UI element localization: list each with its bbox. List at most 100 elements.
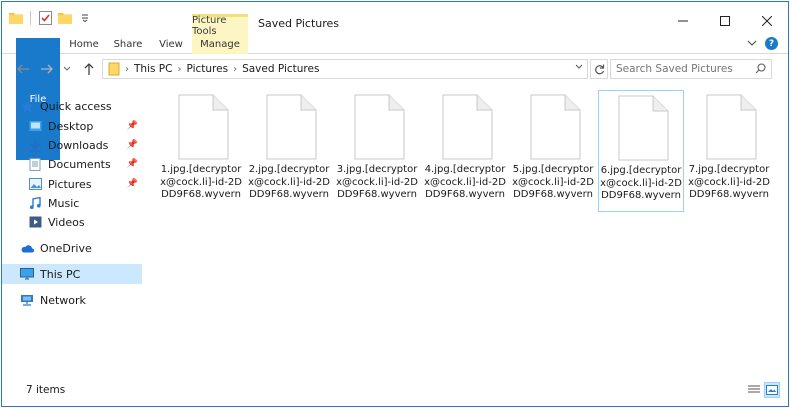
explorer-window: Picture Tools Saved Pictures File Home S…: [1, 1, 789, 407]
up-button[interactable]: [80, 60, 98, 78]
blank-file-icon: [618, 95, 669, 161]
file-item[interactable]: 7.jpg.[decryptorx@cock.li]-id-2DDD9F68.w…: [686, 90, 772, 212]
sidebar-item-onedrive[interactable]: OneDrive: [2, 238, 142, 258]
file-name: 6.jpg.[decryptorx@cock.li]-id-2DDD9F68.w…: [600, 165, 682, 201]
sidebar-item-label: Pictures: [48, 177, 92, 191]
file-item[interactable]: 3.jpg.[decryptorx@cock.li]-id-2DDD9F68.w…: [334, 90, 420, 212]
network-icon: [20, 293, 34, 307]
tab-share[interactable]: Share: [106, 34, 150, 54]
refresh-button[interactable]: [590, 59, 608, 79]
minimize-button[interactable]: [662, 10, 704, 32]
search-icon[interactable]: [755, 63, 766, 77]
pin-icon[interactable]: 📌: [127, 140, 138, 150]
sidebar-item-this-pc[interactable]: This PC: [2, 264, 142, 284]
picture-tools-header: Picture Tools: [192, 14, 248, 37]
window-controls: [662, 10, 788, 32]
file-item[interactable]: 5.jpg.[decryptorx@cock.li]-id-2DDD9F68.w…: [510, 90, 596, 212]
sidebar-item-label: Videos: [48, 215, 85, 229]
sidebar-item-label: This PC: [40, 267, 81, 281]
sidebar-item-videos[interactable]: Videos: [2, 212, 142, 232]
search-input[interactable]: [616, 63, 754, 75]
properties-checkmark-icon[interactable]: [37, 10, 53, 26]
back-button[interactable]: [14, 60, 32, 78]
sidebar-item-label: Downloads: [48, 138, 109, 152]
navigation-pane: Quick access Desktop 📌 Downloads 📌 Docum…: [2, 86, 142, 376]
view-switcher: [746, 382, 780, 398]
tab-home[interactable]: Home: [62, 34, 106, 54]
computer-icon: [20, 267, 34, 281]
address-dropdown-chevron-icon[interactable]: [575, 62, 583, 73]
pin-icon[interactable]: 📌: [127, 159, 138, 169]
file-item[interactable]: 4.jpg.[decryptorx@cock.li]-id-2DDD9F68.w…: [422, 90, 508, 212]
search-box[interactable]: [610, 59, 772, 79]
folder-icon[interactable]: [8, 10, 24, 26]
crumb-this-pc[interactable]: This PC: [134, 63, 172, 75]
videos-folder-icon: [28, 215, 42, 229]
crumb-saved-pictures[interactable]: Saved Pictures: [242, 63, 319, 75]
sidebar-item-pictures[interactable]: Pictures 📌: [2, 174, 142, 194]
blank-file-icon: [530, 94, 581, 160]
crumb-separator-icon: ›: [233, 63, 238, 75]
crumb-separator-icon: ›: [125, 63, 129, 75]
pin-icon[interactable]: 📌: [127, 121, 138, 131]
sidebar-item-music[interactable]: Music: [2, 193, 142, 213]
sidebar-item-downloads[interactable]: Downloads 📌: [2, 135, 142, 155]
documents-folder-icon: [28, 157, 42, 171]
customize-toolbar-chevron-icon[interactable]: [77, 10, 93, 26]
ribbon-right-controls: ?: [747, 37, 778, 50]
address-folder-icon: [108, 62, 120, 76]
file-name: 4.jpg.[decryptorx@cock.li]-id-2DDD9F68.w…: [424, 164, 506, 200]
forward-button[interactable]: [38, 60, 56, 78]
sidebar-item-label: Documents: [48, 157, 111, 171]
blank-file-icon: [442, 94, 493, 160]
item-count: 7 items: [26, 384, 66, 396]
sidebar-item-label: Music: [48, 196, 80, 210]
file-item[interactable]: 1.jpg.[decryptorx@cock.li]-id-2DDD9F68.w…: [158, 90, 244, 212]
close-button[interactable]: [746, 10, 788, 32]
sidebar-item-documents[interactable]: Documents 📌: [2, 154, 142, 174]
details-view-icon[interactable]: [746, 382, 762, 398]
music-folder-icon: [28, 196, 42, 210]
ribbon-tabs: File Home Share View Manage ?: [2, 34, 788, 160]
pin-icon[interactable]: 📌: [127, 179, 138, 189]
navigation-bar: › This PC › Pictures › Saved Pictures: [2, 58, 788, 80]
quick-access-toolbar: [8, 10, 93, 26]
desktop-folder-icon: [28, 119, 42, 133]
expand-ribbon-chevron-icon[interactable]: [747, 37, 757, 50]
help-icon[interactable]: ?: [765, 37, 778, 50]
tab-view[interactable]: View: [150, 34, 192, 54]
pictures-folder-icon: [28, 177, 42, 191]
large-icons-view-icon[interactable]: [764, 382, 780, 398]
file-list: 1.jpg.[decryptorx@cock.li]-id-2DDD9F68.w…: [148, 86, 788, 376]
star-icon: [20, 99, 34, 113]
address-bar[interactable]: › This PC › Pictures › Saved Pictures: [102, 59, 588, 79]
onedrive-cloud-icon: [20, 241, 34, 255]
sidebar-item-label: OneDrive: [40, 241, 92, 255]
sidebar-item-label: Desktop: [48, 119, 94, 133]
blank-file-icon: [266, 94, 317, 160]
file-name: 2.jpg.[decryptorx@cock.li]-id-2DDD9F68.w…: [248, 164, 330, 200]
sidebar-item-desktop[interactable]: Desktop 📌: [2, 116, 142, 136]
blank-file-icon: [706, 94, 757, 160]
new-folder-icon[interactable]: [57, 10, 73, 26]
tab-manage[interactable]: Manage: [192, 34, 248, 54]
file-name: 7.jpg.[decryptorx@cock.li]-id-2DDD9F68.w…: [688, 164, 770, 200]
sidebar-item-quick-access[interactable]: Quick access: [2, 96, 142, 116]
file-name: 3.jpg.[decryptorx@cock.li]-id-2DDD9F68.w…: [336, 164, 418, 200]
recent-locations-chevron-icon[interactable]: [58, 60, 76, 78]
blank-file-icon: [178, 94, 229, 160]
crumb-separator-icon: ›: [177, 63, 182, 75]
status-bar: 7 items: [2, 380, 788, 406]
sidebar-item-label: Network: [40, 293, 86, 307]
file-item-selected[interactable]: 6.jpg.[decryptorx@cock.li]-id-2DDD9F68.w…: [598, 90, 684, 212]
window-title: Saved Pictures: [258, 17, 340, 30]
maximize-button[interactable]: [704, 10, 746, 32]
sidebar-item-network[interactable]: Network: [2, 290, 142, 310]
file-name: 1.jpg.[decryptorx@cock.li]-id-2DDD9F68.w…: [160, 164, 242, 200]
file-item[interactable]: 2.jpg.[decryptorx@cock.li]-id-2DDD9F68.w…: [246, 90, 332, 212]
downloads-folder-icon: [28, 138, 42, 152]
blank-file-icon: [354, 94, 405, 160]
crumb-pictures[interactable]: Pictures: [186, 63, 228, 75]
file-name: 5.jpg.[decryptorx@cock.li]-id-2DDD9F68.w…: [512, 164, 594, 200]
sidebar-item-label: Quick access: [40, 99, 112, 113]
